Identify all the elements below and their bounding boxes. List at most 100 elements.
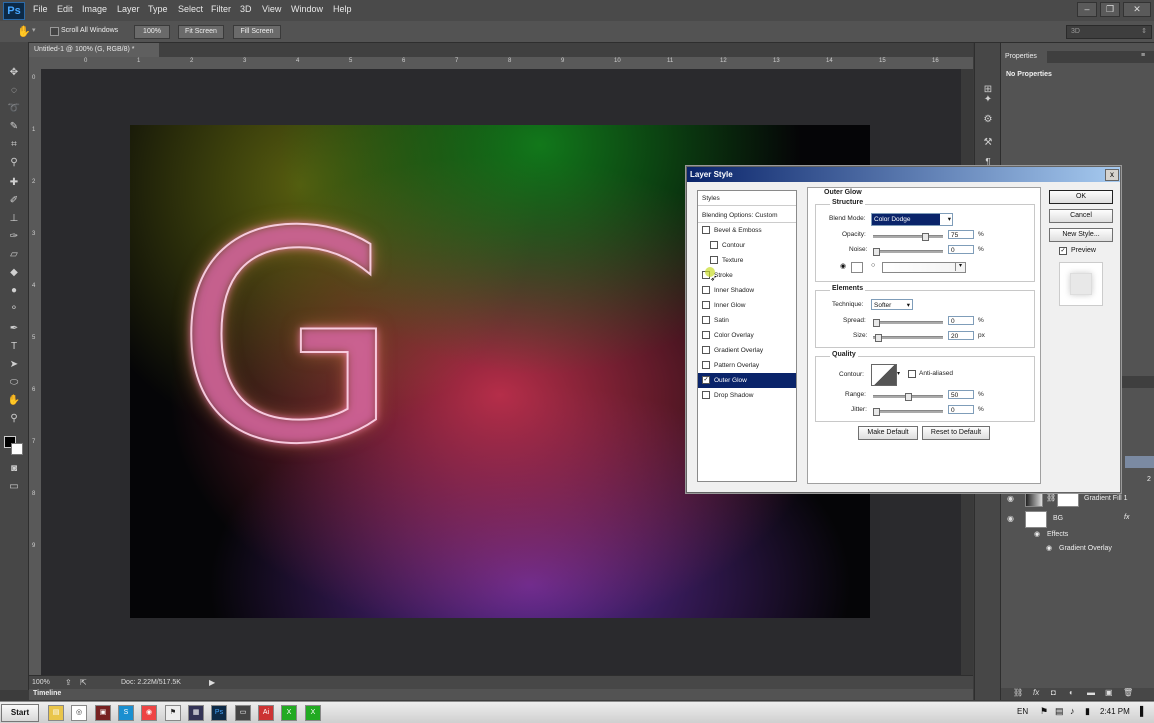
history-brush-tool-icon[interactable]: ✑ [7, 230, 21, 244]
chrome-taskbar-icon[interactable]: ◎ [71, 705, 87, 721]
app-taskbar-icon[interactable]: ▭ [235, 705, 251, 721]
range-input[interactable]: 50 [948, 390, 974, 399]
menu-type[interactable]: Type [148, 4, 168, 14]
illustrator-taskbar-icon[interactable]: Ai [258, 705, 274, 721]
screen-mode-icon[interactable]: ▭ [7, 480, 21, 494]
ok-button[interactable]: OK [1049, 190, 1113, 204]
minimize-icon[interactable]: – [1077, 2, 1097, 17]
hand-tool-icon[interactable]: ✋ [17, 25, 31, 38]
new-style-button[interactable]: New Style... [1049, 228, 1113, 242]
quick-select-tool-icon[interactable]: ✎ [7, 120, 21, 134]
clock[interactable]: 2:41 PM [1100, 707, 1130, 716]
gradient-radio-icon[interactable]: ○ [871, 262, 875, 269]
styles-header[interactable]: Styles [698, 191, 796, 206]
lasso-tool-icon[interactable]: ➰ [7, 102, 21, 116]
style-item-gradient-overlay[interactable]: Gradient Overlay [698, 343, 796, 358]
menu-help[interactable]: Help [333, 4, 352, 14]
spread-input[interactable]: 0 [948, 316, 974, 325]
menu-layer[interactable]: Layer [117, 4, 140, 14]
link-layers-icon[interactable]: ⛓ [1013, 688, 1023, 697]
visibility-eye-icon[interactable]: ◉ [1007, 514, 1014, 523]
explorer-taskbar-icon[interactable]: ▤ [48, 705, 64, 721]
contour-preview[interactable] [871, 364, 897, 386]
opacity-slider-thumb[interactable] [922, 233, 929, 241]
size-input[interactable]: 20 [948, 331, 974, 340]
pen-tool-icon[interactable]: ✒ [7, 322, 21, 336]
style-item-texture[interactable]: Texture [698, 253, 796, 268]
type-tool-icon[interactable]: T [7, 340, 21, 354]
language-indicator[interactable]: EN [1017, 707, 1028, 716]
layer-row-bg[interactable]: ◉ BG fx [1001, 509, 1154, 529]
move-tool-icon[interactable]: ✥ [7, 66, 21, 80]
noise-slider-thumb[interactable] [873, 248, 880, 256]
document-tab[interactable]: Untitled-1 @ 100% (G, RGB/8) * [29, 43, 159, 57]
link-icon[interactable]: ⛓ [1046, 493, 1056, 502]
layer-effects-row[interactable]: ◉ Effects [1001, 528, 1154, 542]
zoom-level[interactable]: 100% [32, 679, 50, 686]
status-menu-arrow-icon[interactable]: ▶ [209, 678, 215, 687]
path-select-tool-icon[interactable]: ➤ [7, 358, 21, 372]
style-checkbox[interactable] [702, 391, 710, 400]
menu-select[interactable]: Select [178, 4, 203, 14]
fill-screen-button[interactable]: Fill Screen [233, 25, 281, 39]
share-icon[interactable]: ⇪ [65, 678, 72, 687]
style-item-outer-glow-selected[interactable]: ✓ Outer Glow [698, 373, 796, 388]
menu-image[interactable]: Image [82, 4, 107, 14]
runner-taskbar-icon[interactable]: ⚑ [165, 705, 181, 721]
save-taskbar-icon[interactable]: ▦ [188, 705, 204, 721]
spread-slider-thumb[interactable] [873, 319, 880, 327]
fit-screen-button[interactable]: Fit Screen [178, 25, 224, 39]
color-radio-selected-icon[interactable]: ◉ [840, 262, 846, 270]
glow-gradient-picker[interactable]: ▾ [882, 262, 966, 273]
new-group-icon[interactable]: ▬ [1087, 688, 1095, 697]
start-button[interactable]: Start [1, 704, 39, 722]
hand-tool-panel-icon[interactable]: ✋ [7, 394, 21, 408]
panel-menu-icon[interactable]: ≡ [1141, 52, 1145, 59]
opacity-input[interactable]: 75 [948, 230, 974, 239]
visibility-eye-icon[interactable]: ◉ [1007, 494, 1014, 503]
menu-filter[interactable]: Filter [211, 4, 231, 14]
close-window-icon[interactable]: ✕ [1123, 2, 1151, 17]
style-item-satin[interactable]: Satin [698, 313, 796, 328]
paint-bucket-tool-icon[interactable]: ◆ [7, 266, 21, 280]
menu-window[interactable]: Window [291, 4, 323, 14]
photoshop-taskbar-icon[interactable]: Ps [211, 705, 227, 721]
timeline-panel-tab[interactable]: Timeline [29, 689, 973, 700]
eraser-tool-icon[interactable]: ▱ [7, 248, 21, 262]
size-slider-thumb[interactable] [875, 334, 882, 342]
clone-stamp-tool-icon[interactable]: ⊥ [7, 212, 21, 226]
style-checkbox[interactable] [710, 256, 718, 265]
add-mask-icon[interactable]: ◘ [1051, 688, 1056, 697]
style-item-inner-shadow[interactable]: Inner Shadow [698, 283, 796, 298]
layer-effect-gradient-overlay[interactable]: ◉ Gradient Overlay [1001, 542, 1154, 556]
blending-options-item[interactable]: Blending Options: Custom [698, 208, 796, 223]
menu-view[interactable]: View [262, 4, 281, 14]
style-checkbox[interactable] [702, 301, 710, 310]
tray-volume-icon[interactable]: ♪ [1070, 706, 1075, 716]
make-default-button[interactable]: Make Default [858, 426, 918, 440]
show-desktop-icon[interactable]: ▌ [1140, 706, 1146, 716]
delete-layer-icon[interactable]: 🗑 [1123, 688, 1133, 697]
antialiased-checkbox[interactable] [908, 370, 916, 378]
fx-badge[interactable]: fx [1124, 514, 1129, 521]
style-checkbox-checked[interactable]: ✓ [702, 376, 710, 385]
style-item-bevel-emboss[interactable]: Bevel & Emboss [698, 223, 796, 238]
media-taskbar-icon[interactable]: ▣ [95, 705, 111, 721]
dialog-close-icon[interactable]: x [1105, 169, 1119, 181]
workspace-3d-dropdown[interactable]: 3D ⇕ [1066, 25, 1152, 39]
contour-dropdown-icon[interactable]: ▾ [897, 370, 900, 377]
tool-preset-dropdown-icon[interactable]: ▾ [32, 26, 36, 34]
style-item-inner-glow[interactable]: Inner Glow [698, 298, 796, 313]
opacity-slider-track[interactable] [873, 235, 943, 238]
adjustments-panel-icon[interactable]: ⚙ [980, 113, 996, 127]
menu-file[interactable]: File [33, 4, 48, 14]
properties-tab[interactable]: Properties [1001, 51, 1047, 63]
blur-tool-icon[interactable]: ● [7, 284, 21, 298]
tray-power-icon[interactable]: ▮ [1085, 706, 1090, 717]
spread-slider-track[interactable] [873, 321, 943, 324]
restore-icon[interactable]: ❐ [1100, 2, 1120, 17]
glowing-text-layer[interactable]: G [174, 194, 401, 486]
style-checkbox[interactable] [710, 241, 718, 250]
crop-tool-icon[interactable]: ⌗ [7, 138, 21, 152]
scroll-all-checkbox[interactable] [50, 27, 59, 36]
